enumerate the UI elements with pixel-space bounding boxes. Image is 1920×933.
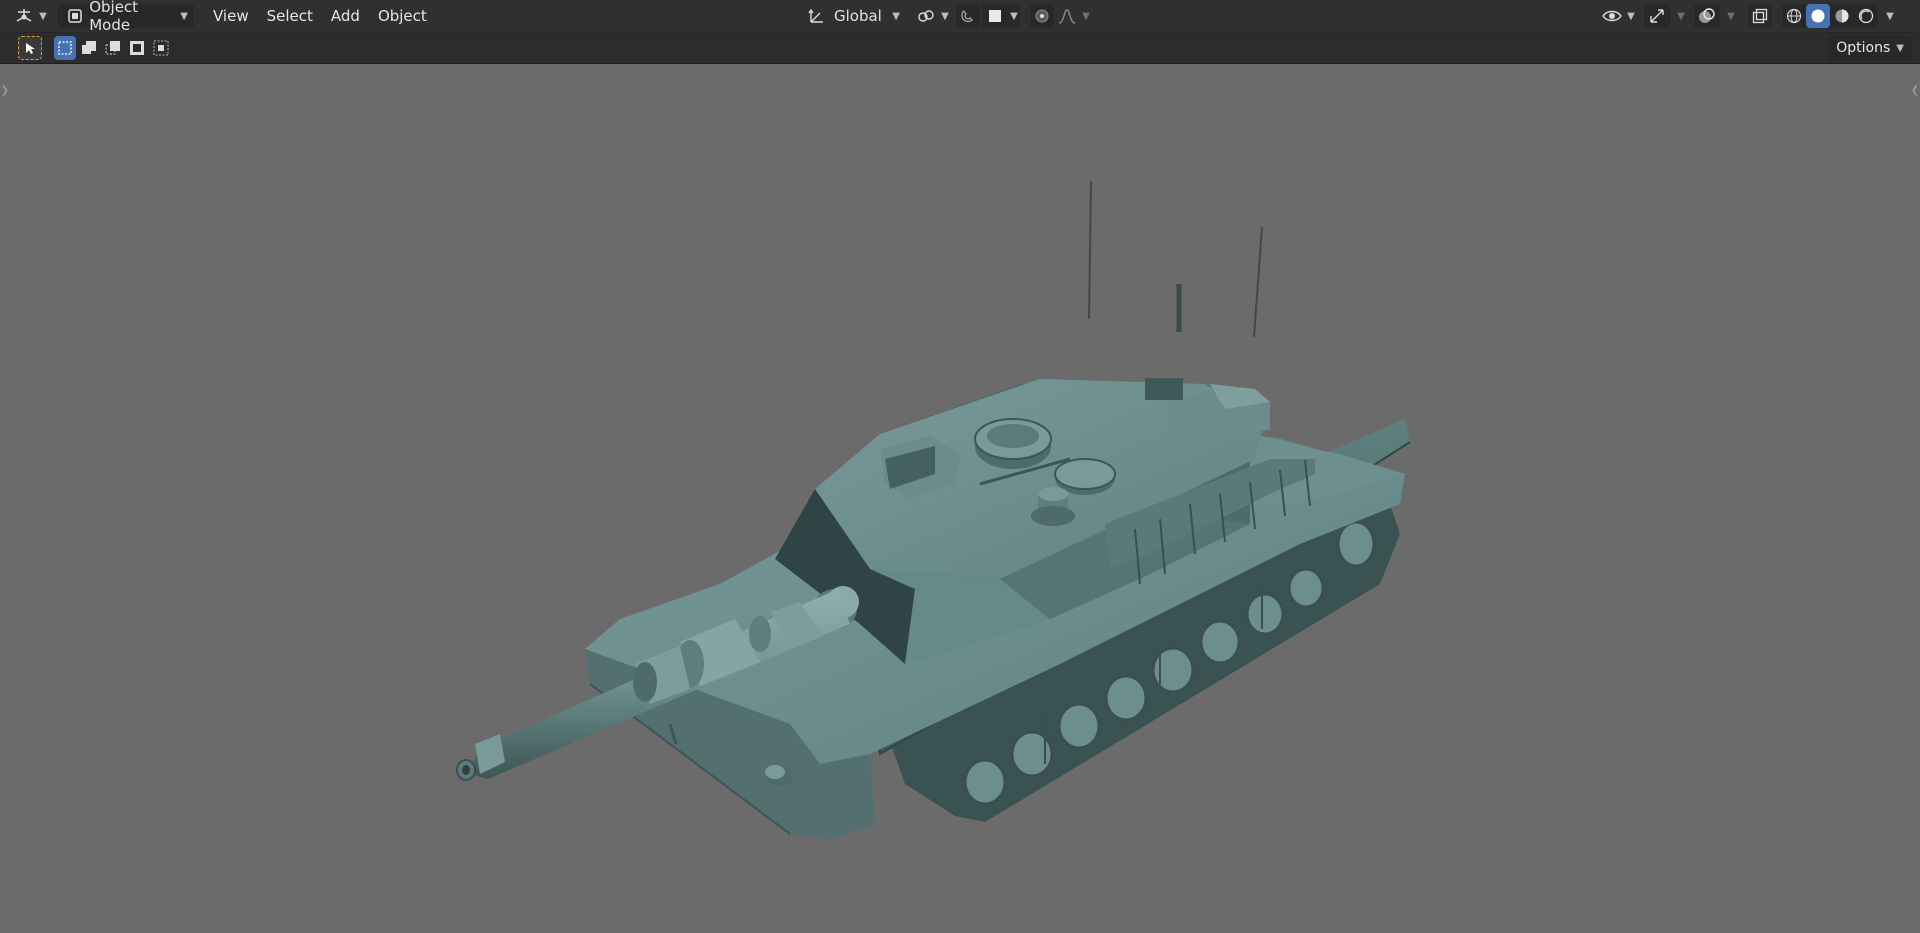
- xray-toggle[interactable]: [1748, 4, 1772, 28]
- proportional-edit-icon: [1031, 5, 1053, 27]
- transform-orientation-dropdown[interactable]: Global ▼: [802, 4, 904, 28]
- menu-add[interactable]: Add: [322, 4, 369, 28]
- select-box-tool-icon: [19, 37, 41, 59]
- object-mode-icon: [64, 5, 85, 27]
- snap-target-dropdown[interactable]: ▼: [982, 4, 1020, 28]
- eye-icon: [1601, 5, 1623, 27]
- shading-wireframe-button[interactable]: [1782, 4, 1806, 28]
- falloff-dropdown[interactable]: ▼: [1056, 4, 1090, 28]
- tank-model: [456, 180, 1411, 839]
- invert-icon: [126, 37, 148, 59]
- left-toolbar-toggle-icon[interactable]: ❯: [0, 82, 10, 98]
- options-label: Options: [1836, 40, 1891, 56]
- shading-mode-group: [1782, 4, 1878, 28]
- intersect-icon: [150, 37, 172, 59]
- chevron-down-icon: ▼: [941, 10, 949, 22]
- gizmo-icon: [1646, 5, 1668, 27]
- chevron-down-icon: ▼: [180, 10, 188, 22]
- tool-settings-bar: Options ▼: [0, 33, 1920, 64]
- solid-shading-icon: [1807, 5, 1829, 27]
- viewport-header: ▼ Object Mode ▼ View Select Add Object G…: [0, 0, 1920, 34]
- select-mode-extend-button[interactable]: [78, 36, 100, 60]
- wireframe-shading-icon: [1783, 5, 1805, 27]
- material-shading-icon: [1831, 5, 1853, 27]
- chevron-down-icon: ▼: [892, 10, 900, 22]
- select-mode-intersect-button[interactable]: [150, 36, 172, 60]
- chevron-down-icon: ▼: [1727, 10, 1735, 22]
- extend-icon: [78, 37, 100, 59]
- options-dropdown[interactable]: Options ▼: [1828, 36, 1912, 60]
- 3d-viewport-icon: [13, 5, 35, 27]
- shading-solid-button[interactable]: [1806, 4, 1830, 28]
- visibility-dropdown[interactable]: ▼: [1598, 4, 1638, 28]
- gizmo-dropdown[interactable]: ▼: [1670, 4, 1688, 28]
- chevron-down-icon: ▼: [1896, 42, 1904, 54]
- chevron-down-icon: ▼: [1677, 10, 1685, 22]
- set-new-icon: [54, 37, 76, 59]
- pivot-point-dropdown[interactable]: ▼: [914, 4, 950, 28]
- select-mode-invert-button[interactable]: [126, 36, 148, 60]
- select-mode-new-button[interactable]: [54, 36, 76, 60]
- overlay-toggle[interactable]: [1694, 4, 1720, 28]
- menu-view[interactable]: View: [204, 4, 258, 28]
- active-tool-button[interactable]: [18, 36, 42, 60]
- orientation-label: Global: [834, 7, 882, 25]
- snap-target-icon: [984, 5, 1006, 27]
- gizmo-toggle[interactable]: [1644, 4, 1670, 28]
- chevron-down-icon: ▼: [1886, 10, 1894, 22]
- pivot-point-icon: [915, 5, 937, 27]
- shading-material-button[interactable]: [1830, 4, 1854, 28]
- chevron-down-icon: ▼: [39, 10, 47, 22]
- blender-window: ▼ Object Mode ▼ View Select Add Object G…: [0, 0, 1920, 933]
- overlay-dropdown[interactable]: ▼: [1720, 4, 1738, 28]
- falloff-curve-icon: [1056, 5, 1078, 27]
- snap-toggle[interactable]: [956, 4, 980, 28]
- chevron-down-icon: ▼: [1627, 10, 1635, 22]
- editor-type-button[interactable]: ▼: [10, 4, 50, 28]
- subtract-icon: [102, 37, 124, 59]
- orientation-icon: [806, 5, 828, 27]
- xray-icon: [1749, 5, 1771, 27]
- chevron-down-icon: ▼: [1010, 10, 1018, 22]
- snap-magnet-icon: [957, 5, 979, 27]
- rendered-shading-icon: [1855, 5, 1877, 27]
- chevron-down-icon: ▼: [1082, 10, 1090, 22]
- right-sidebar-toggle-icon[interactable]: ❮: [1910, 82, 1920, 98]
- select-mode-subtract-button[interactable]: [102, 36, 124, 60]
- menu-object[interactable]: Object: [369, 4, 436, 28]
- proportional-edit-toggle[interactable]: [1030, 4, 1054, 28]
- shading-rendered-button[interactable]: [1854, 4, 1878, 28]
- mode-label: Object Mode: [89, 0, 139, 34]
- overlay-icon: [1696, 5, 1718, 27]
- menu-select[interactable]: Select: [258, 4, 322, 28]
- 3d-viewport[interactable]: ❯ ❮: [0, 64, 1920, 933]
- mode-dropdown[interactable]: Object Mode ▼: [58, 0, 194, 34]
- shading-dropdown[interactable]: ▼: [1880, 4, 1896, 28]
